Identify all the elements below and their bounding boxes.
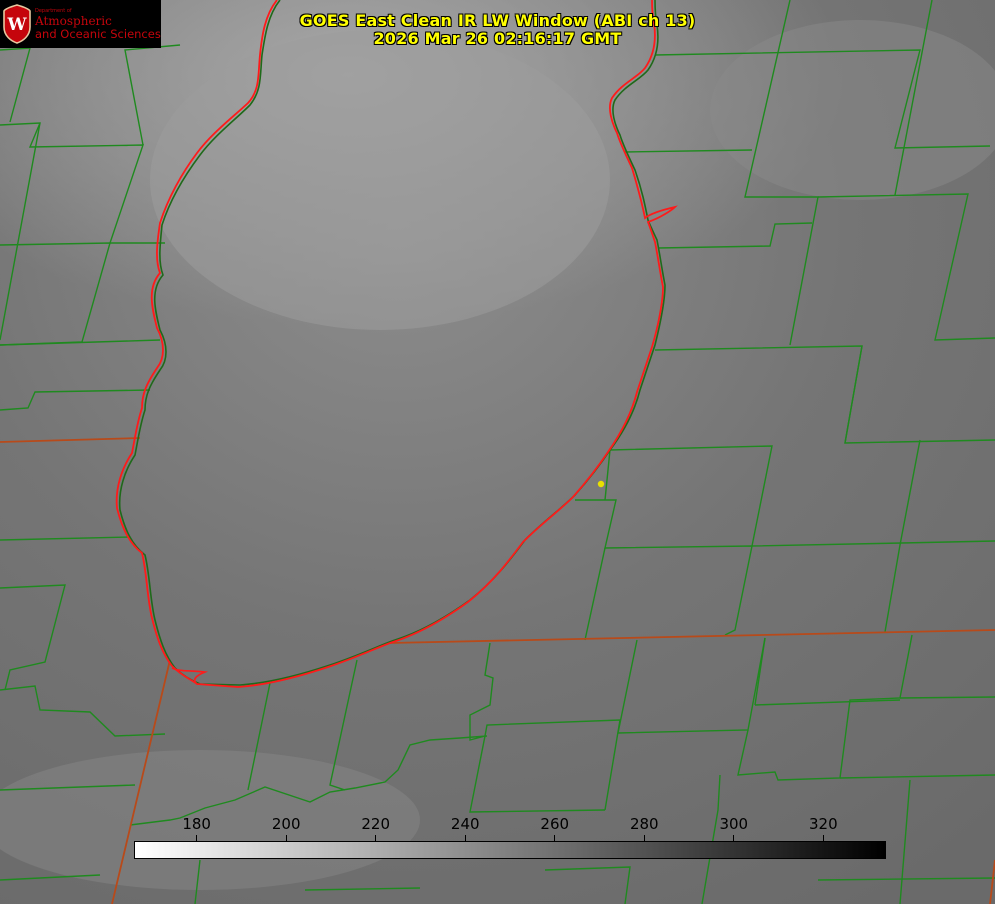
cloud-bright-patch (150, 30, 610, 330)
logo-name-line1: Atmospheric (35, 14, 112, 28)
satellite-map (0, 0, 995, 904)
uw-aos-logo: W Department of Atmospheric and Oceanic … (0, 0, 161, 48)
uw-crest-icon: W (3, 4, 31, 44)
colorbar-tick-label: 280 (629, 815, 659, 833)
colorbar-tick-label: 300 (719, 815, 749, 833)
temperature-colorbar (134, 841, 886, 859)
county-line (899, 696, 995, 699)
satellite-viewer: GOES East Clean IR LW Window (ABI ch 13)… (0, 0, 995, 904)
colorbar-tick-label: 260 (540, 815, 570, 833)
colorbar-tick-label: 320 (809, 815, 838, 833)
colorbar-tick-label: 240 (450, 815, 480, 833)
colorbar-tick-label: 220 (361, 815, 391, 833)
logo-name-line2: and Oceanic Sciences (35, 27, 161, 41)
svg-text:W: W (6, 15, 27, 35)
location-marker (597, 480, 605, 488)
colorbar-tick-label: 180 (182, 815, 211, 833)
colorbar-tick-label: 200 (271, 815, 301, 833)
